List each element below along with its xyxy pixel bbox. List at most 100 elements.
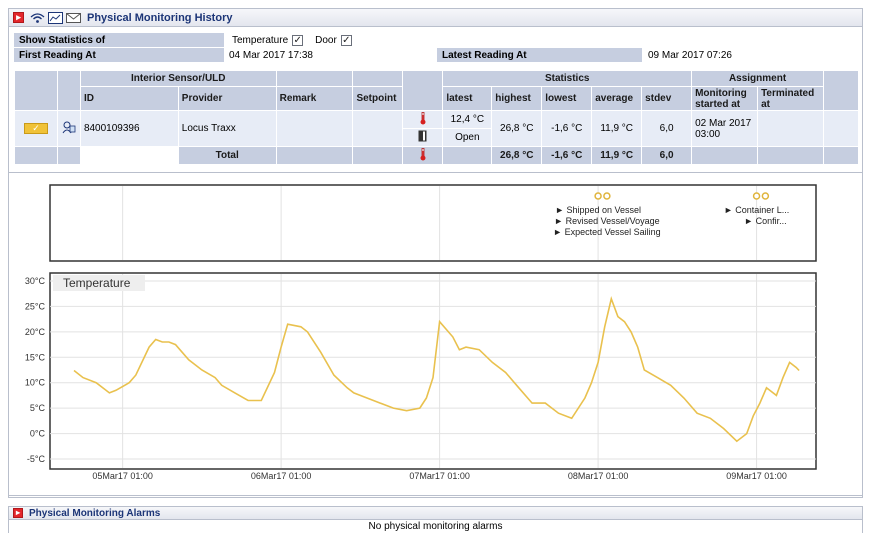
average-value: 11,9 °C	[591, 110, 643, 147]
first-reading-value: 04 Mar 2017 17:38	[229, 49, 313, 61]
temperature-label: Temperature	[232, 34, 289, 46]
x-tick-label: 09Mar17 01:00	[726, 471, 787, 481]
y-tick-label: 25°C	[25, 301, 46, 311]
event-label[interactable]: ► Confir...	[744, 216, 786, 226]
latest-reading-label: Latest Reading At	[437, 48, 642, 62]
total-thermometer-cell	[402, 146, 444, 165]
history-panel-header: ▸ Physical Monitoring History	[9, 9, 862, 27]
row-trailing-cell	[823, 110, 859, 147]
monitoring-started-column-header[interactable]: Monitoring started at	[691, 86, 759, 111]
latest-column-header[interactable]: latest	[442, 86, 493, 111]
y-tick-label: 15°C	[25, 352, 46, 362]
collapse-alarms-button[interactable]: ▸	[13, 508, 23, 518]
total-average: 11,9 °C	[591, 146, 643, 165]
event-label[interactable]: ► Shipped on Vessel	[555, 205, 641, 215]
total-spacer-6	[691, 146, 759, 165]
total-spacer-5	[352, 146, 404, 165]
door-label: Door	[315, 34, 337, 46]
history-panel-title: Physical Monitoring History	[87, 11, 233, 24]
x-tick-label: 08Mar17 01:00	[568, 471, 629, 481]
y-tick-label: 20°C	[25, 327, 46, 337]
total-highest: 26,8 °C	[491, 146, 543, 165]
total-lowest: -1,6 °C	[541, 146, 593, 165]
temperature-indicator-cell	[402, 110, 444, 129]
trailing-column-header	[823, 70, 859, 111]
thermometer-icon	[419, 111, 427, 128]
events-timeline: ► Shipped on Vessel► Revised Vessel/Voya…	[49, 184, 817, 262]
door-icon	[418, 130, 427, 145]
terminated-value	[757, 110, 825, 147]
temperature-chart: Temperature 30°C 25°C 20°C 15°C 10°C 5°C 0°C -5…	[25, 272, 817, 481]
type-column-header	[56, 70, 81, 111]
terminated-column-header[interactable]: Terminated at	[757, 86, 825, 111]
statistics-group-header: Statistics	[442, 70, 693, 87]
x-tick-label: 07Mar17 01:00	[409, 471, 470, 481]
show-statistics-label: Show Statistics of	[14, 33, 224, 47]
row-select-checkbox[interactable]: ✓	[23, 123, 48, 134]
wifi-signal-icon[interactable]	[30, 12, 45, 24]
chart-title: Temperature	[63, 276, 131, 290]
table-total-row: Total 26,8 °C -1,6 °C 11,9 °C 6,0	[14, 146, 859, 165]
x-tick-label: 05Mar17 01:00	[92, 471, 153, 481]
setpoint-group-spacer	[352, 70, 404, 87]
alarms-panel-header: ▸ Physical Monitoring Alarms	[9, 507, 862, 520]
y-tick-label: 10°C	[25, 378, 46, 388]
highest-column-header[interactable]: highest	[491, 86, 543, 111]
envelope-icon[interactable]	[66, 12, 81, 24]
thermometer-icon	[419, 147, 427, 164]
total-spacer-2	[56, 146, 81, 165]
sensor-remark	[275, 110, 354, 147]
event-marker[interactable]	[603, 192, 611, 200]
event-marker[interactable]	[752, 192, 761, 200]
door-option: Door ✓	[303, 34, 352, 46]
header-icons	[30, 11, 81, 24]
y-tick-label: 30°C	[25, 276, 46, 286]
select-column-header	[14, 70, 58, 111]
stdev-value: 6,0	[641, 110, 693, 147]
total-spacer-8	[823, 146, 859, 165]
sensor-device-icon	[62, 121, 76, 137]
id-column-header[interactable]: ID	[79, 86, 179, 111]
table-row[interactable]: ✓ 8400109396 Locus Traxx 12,4 °C 26,8 °C…	[14, 110, 859, 147]
remark-column-header[interactable]: Remark	[275, 86, 354, 111]
y-tick-label: 0°C	[30, 429, 46, 439]
remark-group-spacer	[275, 70, 354, 87]
event-marker[interactable]	[594, 192, 602, 200]
provider-column-header[interactable]: Provider	[177, 86, 277, 111]
average-column-header[interactable]: average	[591, 86, 643, 111]
sensor-table: Interior Sensor/ULD Statistics Assignmen…	[14, 70, 859, 165]
first-reading-label: First Reading At	[14, 48, 224, 62]
stdev-column-header[interactable]: stdev	[641, 86, 693, 111]
assignment-group-header: Assignment	[691, 70, 825, 87]
collapse-history-button[interactable]: ▸	[13, 12, 24, 23]
show-statistics-row: Show Statistics of Temperature ✓ Door ✓	[14, 33, 859, 47]
x-tick-label: 06Mar17 01:00	[251, 471, 312, 481]
event-marker[interactable]	[761, 192, 770, 200]
door-checkbox[interactable]: ✓	[340, 34, 352, 46]
total-latest-spacer	[442, 146, 493, 165]
event-label[interactable]: ► Expected Vessel Sailing	[553, 227, 660, 237]
sensor-provider: Locus Traxx	[177, 110, 277, 147]
event-label[interactable]: ► Revised Vessel/Voyage	[554, 216, 659, 226]
monitoring-started-value: 02 Mar 2017 03:00	[691, 110, 759, 147]
latest-reading-value: 09 Mar 2017 07:26	[648, 49, 732, 61]
chart-image-icon[interactable]	[48, 11, 63, 24]
setpoint-column-header[interactable]: Setpoint	[352, 86, 404, 111]
indicator-column-header	[402, 70, 444, 111]
event-label[interactable]: ► Container L...	[724, 205, 789, 215]
alarms-panel: ▸ Physical Monitoring Alarms No physical…	[8, 506, 863, 533]
statistics-settings: Show Statistics of Temperature ✓ Door ✓ …	[14, 33, 859, 63]
door-indicator-cell	[402, 128, 444, 147]
sensor-id[interactable]: 8400109396	[79, 110, 179, 147]
total-spacer-1	[14, 146, 58, 165]
total-label: Total	[177, 146, 277, 165]
lowest-column-header[interactable]: lowest	[541, 86, 593, 111]
temperature-checkbox[interactable]: ✓	[292, 34, 304, 46]
total-spacer-3	[79, 146, 179, 165]
y-tick-label: -5°C	[27, 454, 46, 464]
latest-door-state: Open	[442, 128, 493, 147]
row-select-cell: ✓	[14, 110, 58, 147]
y-tick-label: 5°C	[30, 403, 46, 413]
latest-temperature: 12,4 °C	[442, 110, 493, 129]
sensor-setpoint	[352, 110, 404, 147]
